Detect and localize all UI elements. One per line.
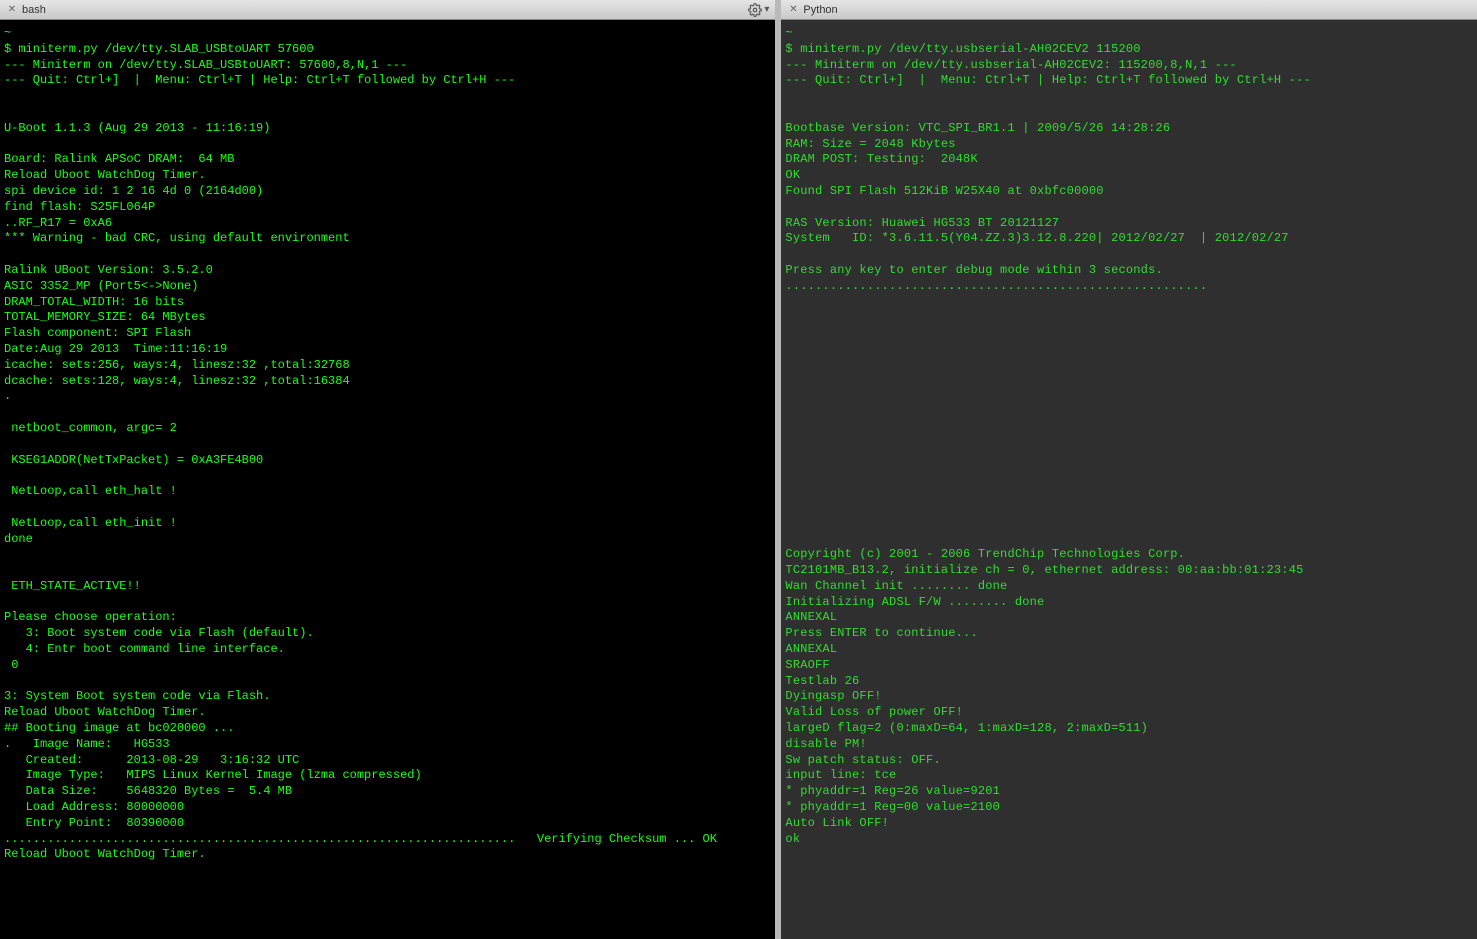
right-tabstrip: ✕ Python (781, 0, 1477, 20)
right-terminal-output[interactable]: ~ $ miniterm.py /dev/tty.usbserial-AH02C… (781, 20, 1477, 939)
left-tab-title[interactable]: bash (22, 4, 46, 16)
left-tabstrip: ✕ bash ▾ (0, 0, 775, 20)
left-terminal-output[interactable]: ~ $ miniterm.py /dev/tty.SLAB_USBtoUART … (0, 20, 775, 939)
gear-icon[interactable] (748, 3, 762, 17)
chevron-down-icon[interactable]: ▾ (764, 4, 769, 15)
right-terminal-pane: ✕ Python ~ $ miniterm.py /dev/tty.usbser… (781, 0, 1477, 939)
close-icon[interactable]: ✕ (6, 4, 18, 16)
left-terminal-pane: ✕ bash ▾ ~ $ miniterm.py /dev/tty.SLAB_U… (0, 0, 775, 939)
close-icon[interactable]: ✕ (787, 4, 799, 16)
right-tab-title[interactable]: Python (803, 4, 837, 16)
pane-splitter[interactable] (775, 0, 781, 939)
